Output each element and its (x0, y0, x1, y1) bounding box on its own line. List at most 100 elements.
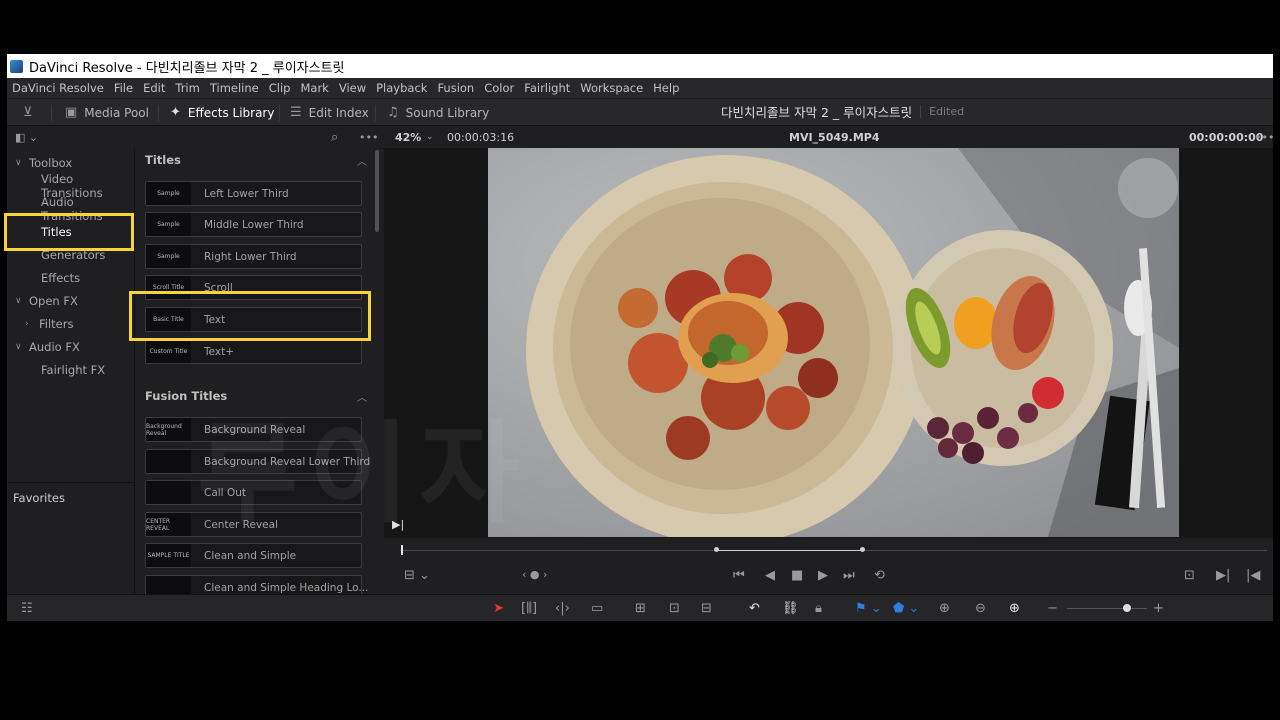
go-to-start-icon[interactable]: ⏮ (733, 568, 745, 583)
menu-edit[interactable]: Edit (143, 81, 165, 95)
in-point-marker[interactable] (714, 547, 719, 552)
out-point-marker[interactable] (860, 547, 865, 552)
watermark: 루이자 (197, 410, 531, 538)
jog-control-icon[interactable]: ‹ ● › (522, 568, 547, 581)
video-frame (488, 148, 1179, 537)
tree-effects[interactable]: Effects (41, 268, 80, 288)
blade-tool-icon[interactable]: ▭ (591, 601, 603, 616)
menu-view[interactable]: View (339, 81, 366, 95)
tree-label: Effects (41, 271, 81, 285)
title-thumbnail: Sample (146, 182, 191, 205)
loop-icon[interactable]: ⟲ (874, 568, 885, 583)
menu-color[interactable]: Color (484, 81, 514, 95)
effects-library-button[interactable]: ✦ Effects Library (170, 99, 274, 126)
playhead[interactable] (401, 545, 403, 555)
menu-help[interactable]: Help (653, 81, 679, 95)
menu-trim[interactable]: Trim (175, 81, 199, 95)
play-reverse-icon[interactable]: ◀ (765, 568, 775, 583)
sub-toolbar: ◧ ⌄ ⌕ ••• 42% ⌄ 00:00:03:16 MVI_5049.MP4… (7, 125, 1273, 149)
tree-filters[interactable]: › Filters (25, 314, 73, 334)
menu-mark[interactable]: Mark (300, 81, 328, 95)
window-title: DaVinci Resolve - 다빈치리졸브 자막 2 _ 루이자스트릿 (29, 60, 345, 76)
tree-video-transitions[interactable]: Video Transitions (41, 172, 134, 200)
zoom-chevron-icon[interactable]: ⌄ (426, 126, 434, 148)
prev-edit-icon[interactable]: |◀ (1246, 568, 1260, 583)
music-note-icon: ♫ (387, 105, 399, 120)
viewer-mode-icon[interactable]: ⊟ ⌄ (404, 568, 430, 583)
insert-clip-icon[interactable]: ⊞ (635, 601, 646, 616)
favorites-label[interactable]: Favorites (13, 491, 65, 505)
zoom-full-icon[interactable]: ⊕ (939, 601, 950, 616)
zoom-level[interactable]: 42% (395, 126, 421, 148)
zoom-slider-track[interactable] (1067, 608, 1147, 609)
selection-tool-icon[interactable]: ➤ (493, 601, 504, 616)
source-timecode: 00:00:03:16 (447, 130, 515, 144)
flag-icon[interactable]: ⚑ ⌄ (855, 601, 882, 616)
title-item-left-lower-third[interactable]: Sample Left Lower Third (145, 181, 362, 206)
marker-icon[interactable]: ⬟ ⌄ (893, 601, 919, 616)
title-thumbnail: Sample (146, 213, 191, 236)
title-thumbnail: CENTER REVEAL (146, 513, 191, 536)
record-timecode: 00:00:00:00 (1189, 130, 1264, 144)
zoom-out-icon[interactable]: − (1047, 601, 1058, 616)
food-photo (488, 148, 1179, 537)
title-label: Text+ (204, 345, 235, 358)
clip-name[interactable]: MVI_5049.MP4 (789, 126, 880, 148)
fusion-item-clean-and-simple[interactable]: SAMPLE TITLE Clean and Simple (145, 543, 362, 568)
menu-clip[interactable]: Clip (269, 81, 291, 95)
replace-clip-icon[interactable]: ⊟ (701, 601, 712, 616)
menu-fusion[interactable]: Fusion (437, 81, 474, 95)
tree-label: Fairlight FX (41, 363, 106, 377)
trim-tool-icon[interactable]: [⫼] (521, 601, 537, 616)
effects-scrollbar[interactable] (375, 150, 379, 232)
menu-workspace[interactable]: Workspace (580, 81, 643, 95)
transport-controls: ⊟ ⌄ ‹ ● › ⏮ ◀ ■ ▶ ⏭ ⟲ ⊡ ▶| |◀ (384, 539, 1273, 593)
menu-timeline[interactable]: Timeline (210, 81, 259, 95)
title-label: Middle Lower Third (204, 218, 304, 231)
tree-fairlight-fx[interactable]: Fairlight FX (41, 360, 105, 380)
tree-label: Toolbox (29, 156, 73, 170)
project-name: 다빈치리졸브 자막 2 _ 루이자스트릿 (721, 105, 913, 120)
edit-index-button[interactable]: ☰ Edit Index (290, 99, 369, 126)
title-item-middle-lower-third[interactable]: Sample Middle Lower Third (145, 212, 362, 237)
collapse-caret-icon[interactable]: ︿ (357, 153, 367, 168)
viewer-options-icon[interactable]: ••• (1255, 126, 1273, 148)
match-frame-icon[interactable]: ⊡ (1184, 568, 1195, 583)
menu-davinci[interactable]: DaVinci Resolve (12, 81, 104, 95)
search-icon[interactable]: ⌕ (331, 126, 338, 148)
zoom-detail-icon[interactable]: ⊖ (975, 601, 986, 616)
layout-icon[interactable]: ☷ (21, 601, 33, 616)
menu-fairlight[interactable]: Fairlight (524, 81, 570, 95)
title-thumbnail: Background Reveal (146, 418, 191, 441)
tree-toolbox[interactable]: ∨ Toolbox (15, 153, 72, 173)
sound-library-button[interactable]: ♫ Sound Library (387, 99, 489, 126)
stop-icon[interactable]: ■ (791, 568, 803, 583)
sidebar-toggle-icon[interactable]: ◧ ⌄ (15, 126, 38, 148)
effects-library-label: Effects Library (187, 105, 275, 120)
chevron-down-icon: ∨ (15, 158, 22, 168)
sound-library-label: Sound Library (405, 105, 490, 120)
zoom-custom-icon[interactable]: ⊕ (1009, 601, 1020, 616)
media-pool-button[interactable]: ▣ Media Pool (65, 99, 149, 126)
menu-file[interactable]: File (114, 81, 133, 95)
overwrite-clip-icon[interactable]: ⊡ (669, 601, 680, 616)
chevron-down-icon: ∨ (15, 296, 22, 306)
link-icon[interactable]: ⛓ (782, 601, 799, 616)
more-options-icon[interactable]: ••• (359, 126, 378, 148)
play-icon[interactable]: ▶ (818, 568, 828, 583)
zoom-slider-thumb[interactable] (1123, 604, 1131, 612)
tree-audio-fx[interactable]: ∨ Audio FX (15, 337, 80, 357)
next-edit-icon[interactable]: ▶| (1216, 568, 1230, 583)
clip-chevron-icon[interactable]: ⌄ (871, 126, 879, 148)
title-item-text-plus[interactable]: Custom Title Text+ (145, 339, 362, 364)
title-item-right-lower-third[interactable]: Sample Right Lower Third (145, 244, 362, 269)
panel-toggle-button[interactable]: ⊻ (23, 99, 40, 126)
lock-icon[interactable]: 🔒︎ (815, 601, 822, 616)
highlight-text-item (129, 291, 371, 341)
menu-playback[interactable]: Playback (376, 81, 427, 95)
dynamic-trim-icon[interactable]: ‹|› (555, 601, 570, 616)
snapping-icon[interactable]: ↶ (749, 601, 760, 616)
tree-open-fx[interactable]: ∨ Open FX (15, 291, 78, 311)
go-to-end-icon[interactable]: ⏭ (843, 568, 855, 583)
zoom-in-icon[interactable]: + (1153, 601, 1164, 616)
